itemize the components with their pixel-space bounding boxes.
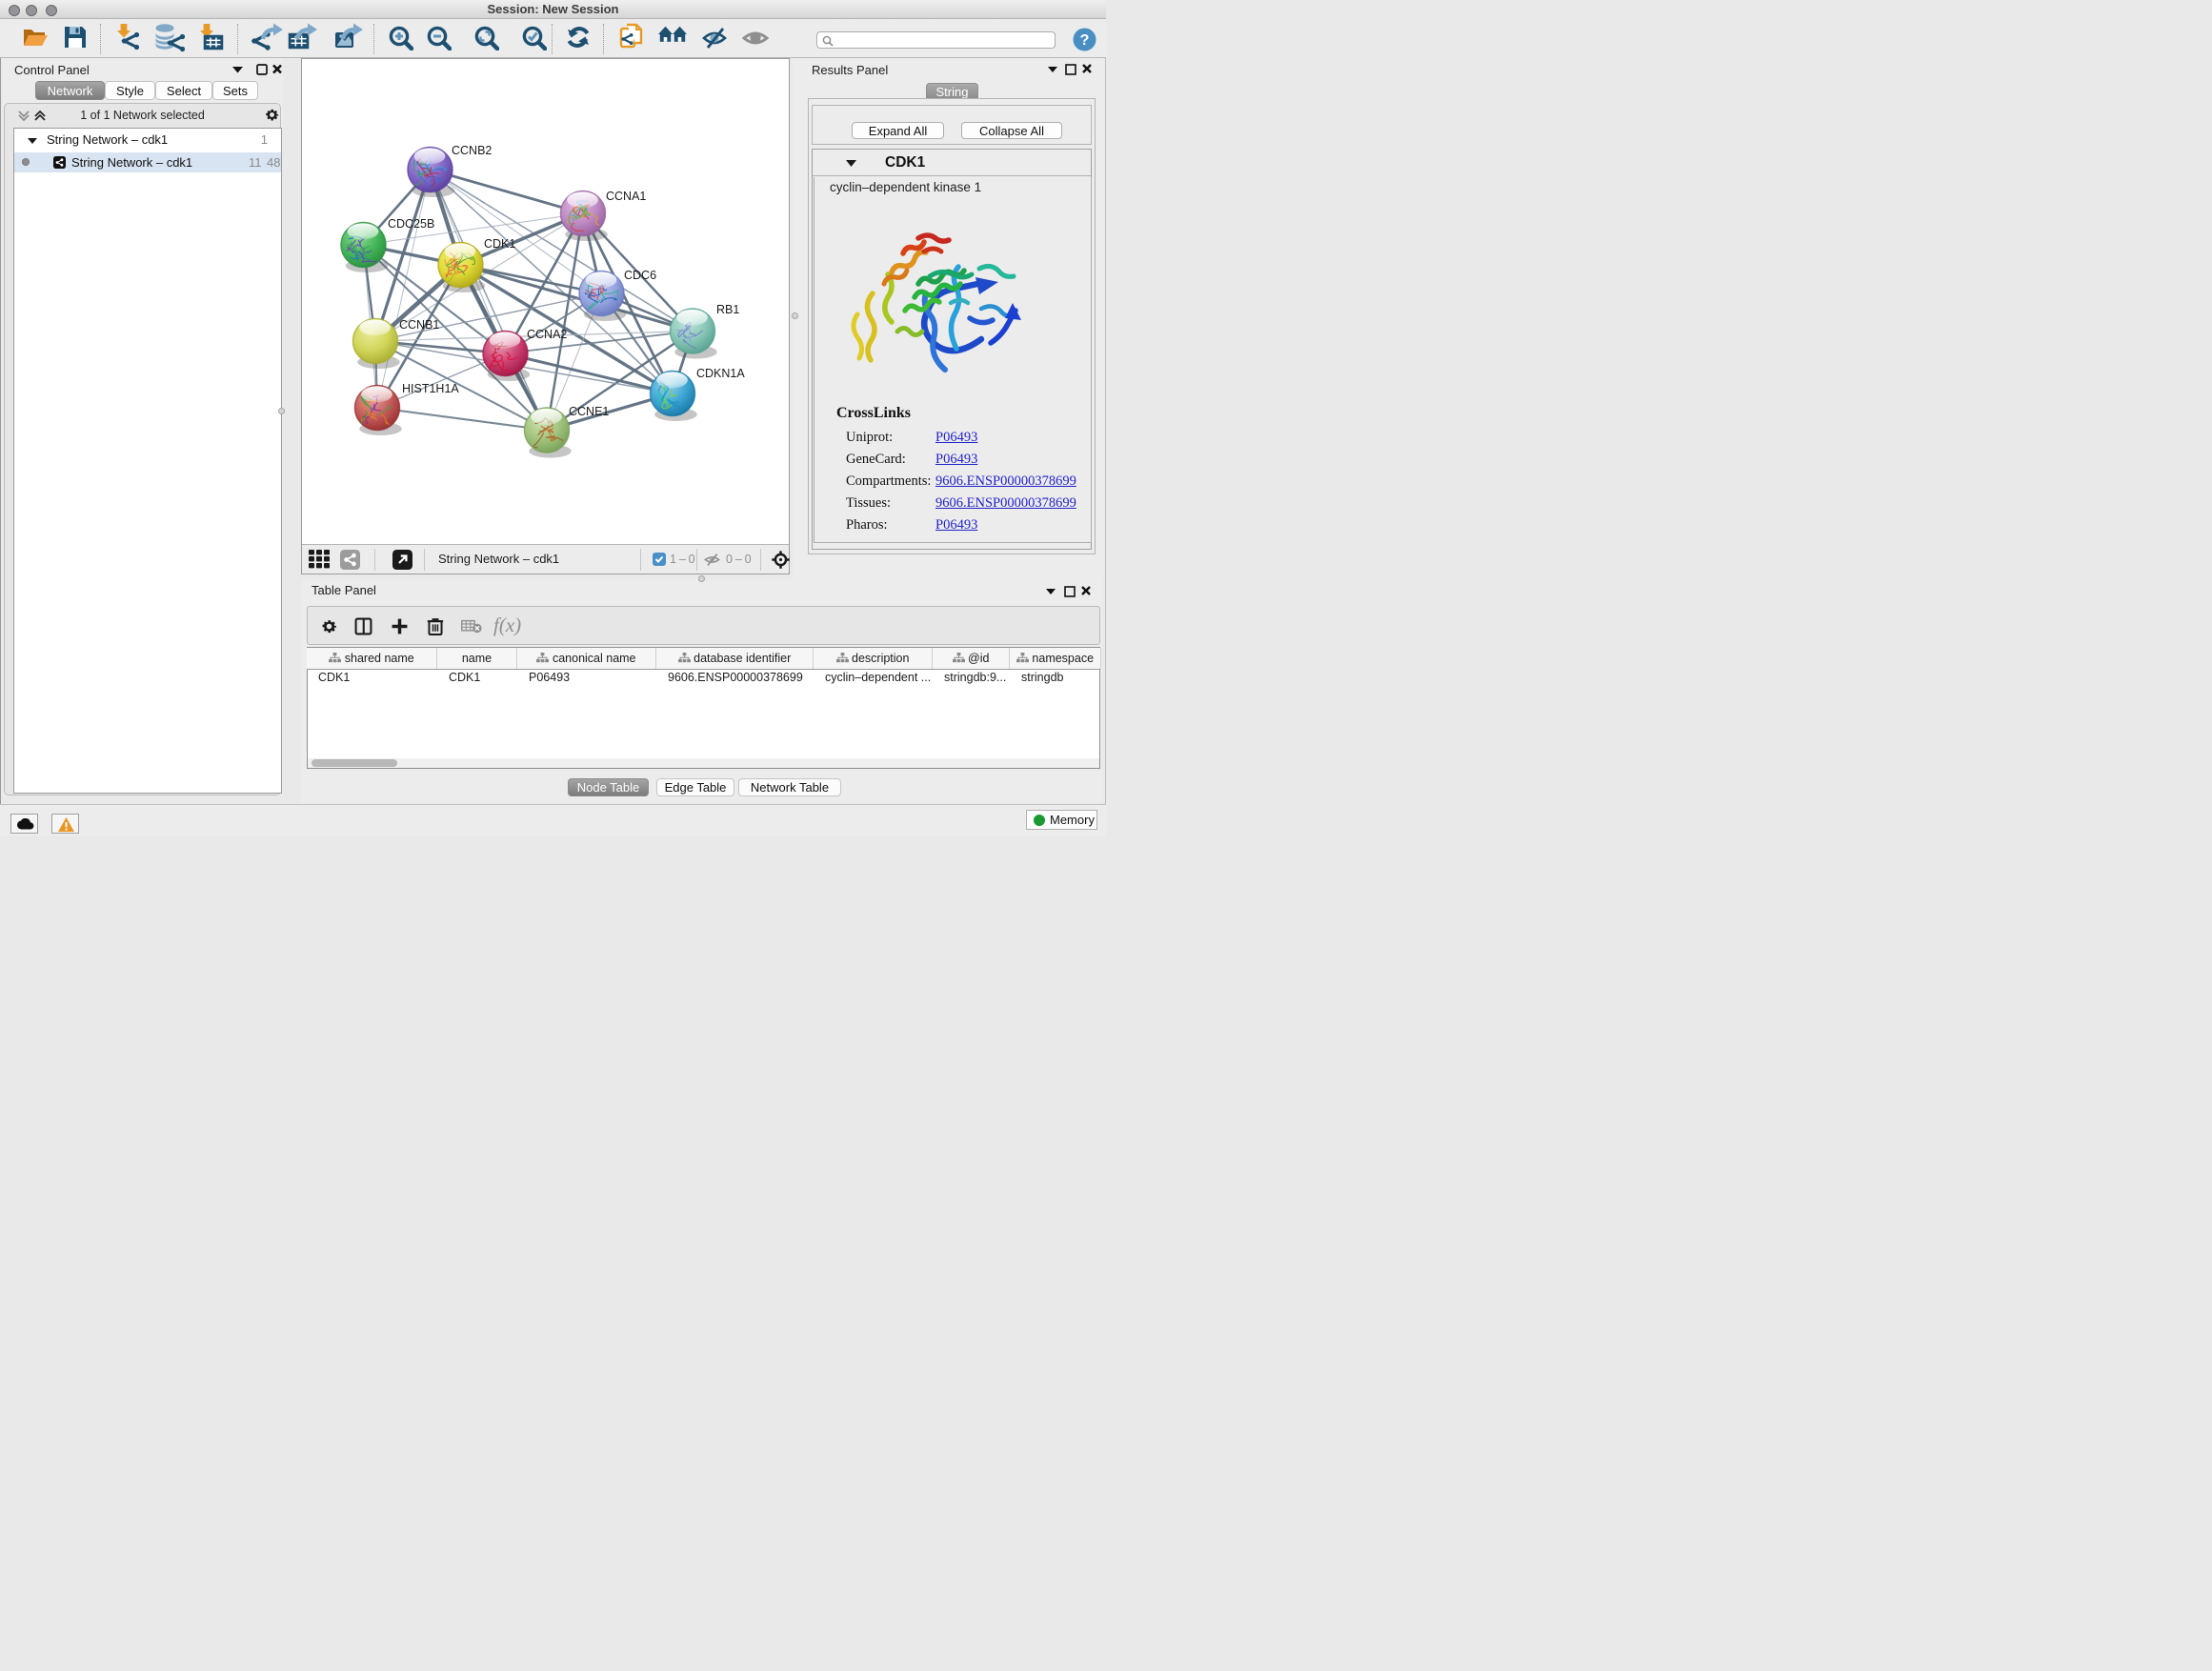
svg-text:?: ? <box>1080 32 1090 49</box>
svg-text:CDC25B: CDC25B <box>388 217 434 231</box>
svg-text:CCNE1: CCNE1 <box>569 405 609 418</box>
svg-text:RB1: RB1 <box>716 303 739 316</box>
svg-text:CCNA2: CCNA2 <box>527 328 567 341</box>
svg-text:HIST1H1A: HIST1H1A <box>402 382 459 395</box>
svg-text:CCNA1: CCNA1 <box>606 190 646 203</box>
svg-text:CDKN1A: CDKN1A <box>696 367 745 380</box>
svg-text:CCNB2: CCNB2 <box>452 144 492 157</box>
svg-text:CDC6: CDC6 <box>624 269 656 282</box>
svg-text:CCNB1: CCNB1 <box>399 318 439 332</box>
svg-text:CDK1: CDK1 <box>484 237 515 251</box>
